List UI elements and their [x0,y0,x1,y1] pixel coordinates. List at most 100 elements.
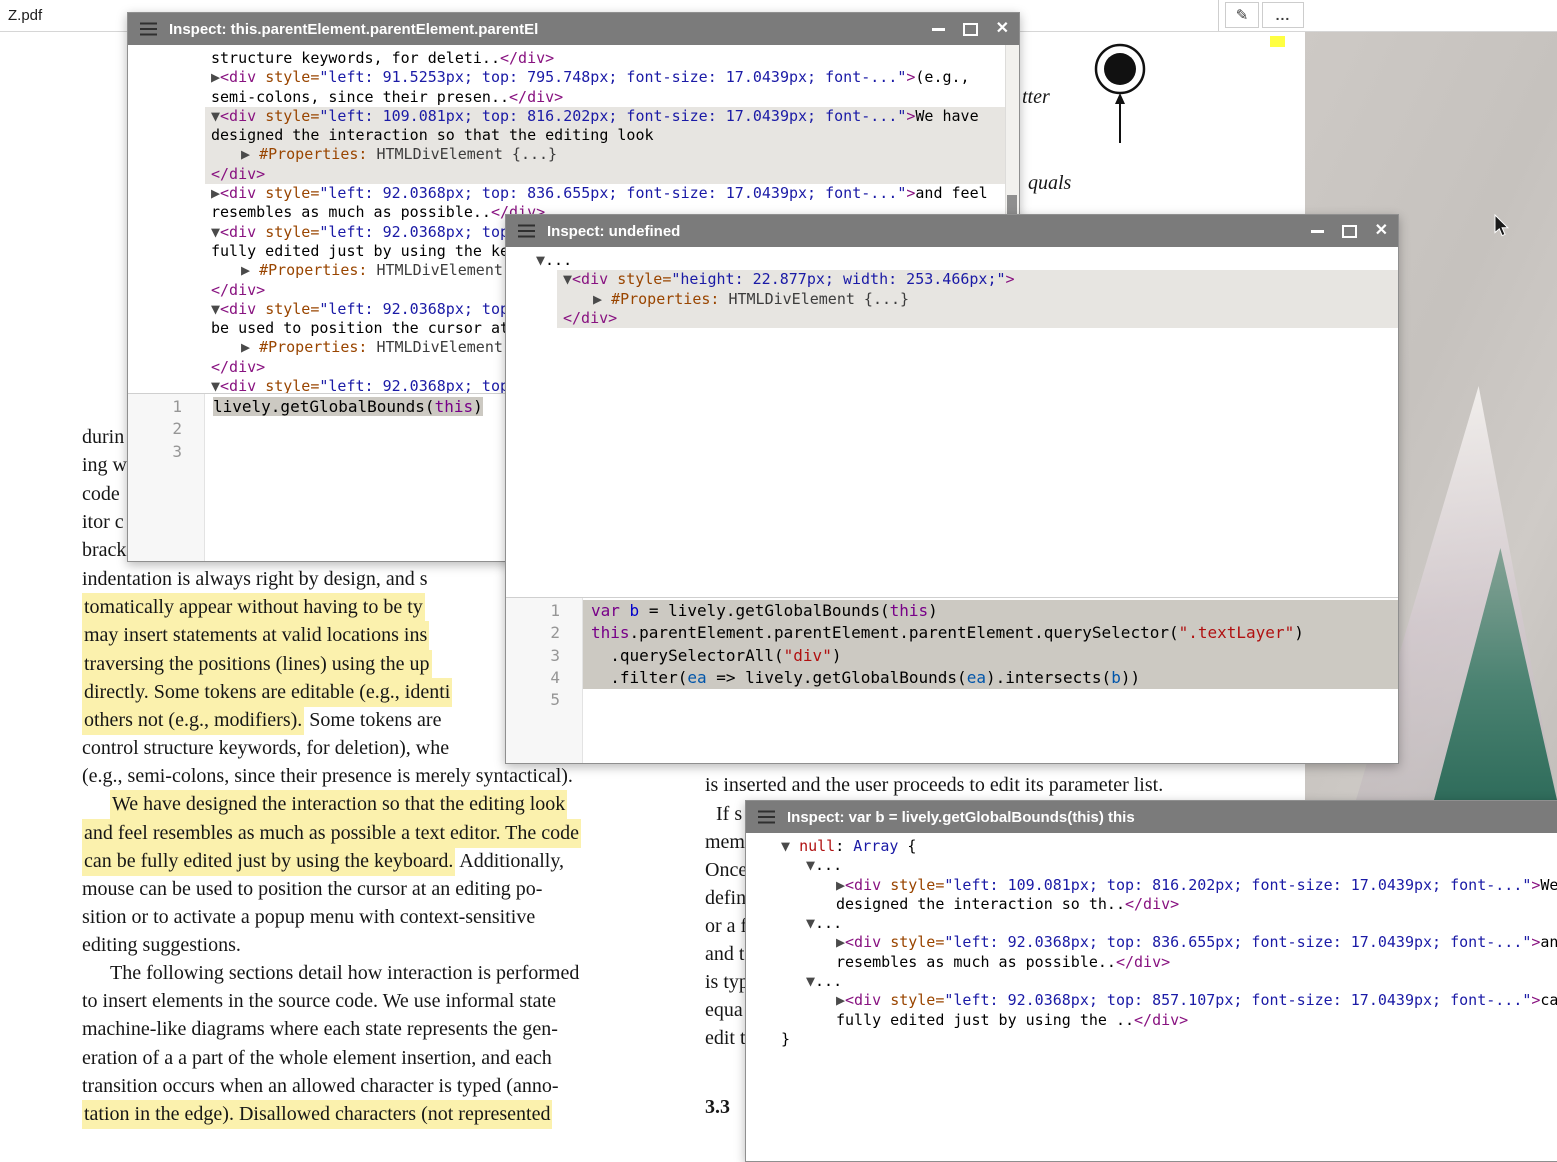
close-icon[interactable]: ✕ [996,21,1009,37]
dom-tree-node[interactable]: ▼... [506,251,1398,270]
dom-tree-node[interactable]: ▶<div style="left: 92.0368px; top: 857.1… [746,991,1557,1010]
text-segment: <div [220,68,256,86]
window-titlebar[interactable]: Inspect: this.parentElement.parentElemen… [128,13,1019,45]
dom-tree-node[interactable]: } [746,1030,1557,1049]
code-line[interactable] [583,689,1398,711]
code-line[interactable]: var b = lively.getGlobalBounds(this) [583,600,1398,622]
text-segment: "div" [784,646,832,665]
editor-gutter: 12345 [506,598,583,763]
window-menu-icon[interactable] [140,28,157,31]
text-segment: #Properties: [611,290,719,308]
dom-tree-node[interactable]: ▼ null: Array { [746,837,1557,856]
text-segment: style= [265,300,319,318]
text-segment: ... [815,856,842,874]
text-segment: = lively.getGlobalBounds( [639,601,889,620]
dom-tree: ▼...▼<div style="height: 22.877px; width… [506,247,1398,597]
minimize-icon[interactable] [932,28,945,31]
text-segment: ▼ [806,914,815,932]
dom-tree-node[interactable]: ▶ #Properties: HTMLDivElement {...} [557,290,1398,309]
window-titlebar[interactable]: Inspect: var b = lively.getGlobalBounds(… [746,801,1557,833]
text-segment: this [890,601,929,620]
text-segment: b [1111,668,1121,687]
text-segment: </div> [211,165,265,183]
dom-tree-node[interactable]: ▼... [746,972,1557,991]
text-segment: ea [687,668,706,687]
window-menu-icon[interactable] [518,230,535,233]
edit-pencil-button[interactable]: ✎ [1225,2,1259,28]
maximize-icon[interactable] [1342,225,1357,238]
minimize-icon[interactable] [1311,230,1324,233]
editor-gutter: 123 [128,394,205,561]
text-segment: this [435,397,474,416]
dom-tree-node[interactable]: designed the interaction so that the edi… [205,126,1019,145]
text-segment: "left: 109.081px; top: 816.202px; font-s… [319,107,906,125]
window-menu-icon[interactable] [758,816,775,819]
text-segment [250,338,259,356]
text-segment: "left: 91.5253px; top: 795.748px; font-s… [319,68,906,86]
pencil-icon: ✎ [1236,6,1249,24]
code-line[interactable]: this.parentElement.parentElement.parentE… [583,622,1398,644]
dom-tree-node[interactable]: designed the interaction so th..</div> [746,895,1557,914]
code-editor[interactable]: 12345 var b = lively.getGlobalBounds(thi… [506,597,1398,763]
text-segment [602,290,611,308]
dom-tree-node[interactable]: ▶ #Properties: HTMLDivElement {...} [205,145,1019,164]
text-segment: ea [967,668,986,687]
text-segment: <div [220,300,256,318]
pdf-tab-label[interactable]: Z.pdf [8,7,42,24]
dom-tree-node[interactable]: semi-colons, since their presen..</div> [128,88,1019,107]
text-segment: .querySelectorAll( [591,646,784,665]
text-segment [250,145,259,163]
text-segment: => lively.getGlobalBounds( [707,668,967,687]
editor-code[interactable]: var b = lively.getGlobalBounds(this)this… [583,598,1398,763]
dom-tree-node[interactable]: ▼... [746,914,1557,933]
text-segment: .filter( [591,668,687,687]
text-segment: { [898,837,916,855]
dom-tree-node[interactable]: ▼<div style="height: 22.877px; width: 25… [557,270,1398,289]
window-titlebar[interactable]: Inspect: undefined ✕ [506,215,1398,247]
text-segment: </div> [509,88,563,106]
text-segment: "left: 92.0368px; top: 836.655px; font-s… [944,933,1531,951]
dom-tree-node[interactable]: ▼<div style="left: 109.081px; top: 816.2… [205,107,1019,126]
text-segment: ▶ [836,876,845,894]
code-line[interactable]: .querySelectorAll("div") [583,645,1398,667]
text-segment: We [1540,876,1557,894]
line-number: 2 [506,622,582,644]
text-segment: HTMLDivElement {...} [719,290,909,308]
dom-tree-node[interactable]: resembles as much as possible..</div> [746,953,1557,972]
close-icon[interactable]: ✕ [1375,223,1388,239]
more-options-button[interactable]: ... [1262,2,1304,28]
yellow-marker [1270,36,1285,47]
dom-tree-node[interactable]: </div> [205,165,1019,184]
line-number: 4 [506,667,582,689]
code-line[interactable]: .filter(ea => lively.getGlobalBounds(ea)… [583,667,1398,689]
text-segment: </div> [1134,1011,1188,1029]
window-title: Inspect: undefined [547,223,680,240]
text-segment [790,837,799,855]
text-segment: style= [890,933,944,951]
line-number: 1 [128,396,204,418]
text-segment: </div> [563,309,617,327]
text-segment: ▶ [593,290,602,308]
text-segment: ) [928,601,938,620]
maximize-icon[interactable] [963,23,978,36]
text-segment: structure keywords, for deleti.. [211,49,500,67]
text-segment [256,68,265,86]
text-segment: <div [220,184,256,202]
text-segment: ▶ [211,68,220,86]
text-segment: ▼ [211,223,220,241]
text-segment: Array [853,837,898,855]
window-controls: ✕ [932,21,1009,37]
dom-tree-node[interactable]: ▶<div style="left: 109.081px; top: 816.2… [746,876,1557,895]
dom-tree-node[interactable]: ▶<div style="left: 92.0368px; top: 836.6… [128,184,1019,203]
line-number: 2 [128,418,204,440]
dom-tree-node[interactable]: structure keywords, for deleti..</div> [128,49,1019,68]
dom-tree-node[interactable]: ▶<div style="left: 91.5253px; top: 795.7… [128,68,1019,87]
dom-tree-node[interactable]: ▶<div style="left: 92.0368px; top: 836.6… [746,933,1557,952]
text-segment: ... [815,972,842,990]
text-segment [256,107,265,125]
text-segment: null [799,837,835,855]
dom-tree-node[interactable]: ▼... [746,856,1557,875]
dom-tree-node[interactable]: </div> [557,309,1398,328]
text-segment [608,270,617,288]
dom-tree-node[interactable]: fully edited just by using the ..</div> [746,1011,1557,1030]
